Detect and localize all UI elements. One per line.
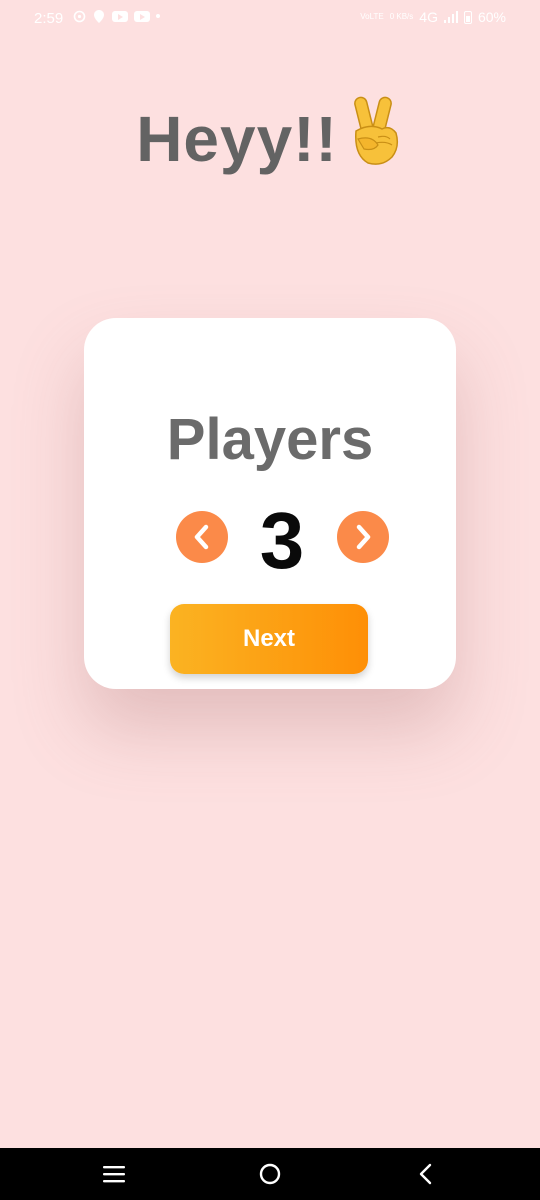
- recent-apps-icon: [103, 1166, 125, 1183]
- system-nav-bar: [0, 1148, 540, 1200]
- player-count: 3: [259, 496, 305, 585]
- location-icon: [92, 10, 106, 23]
- system-status: VoLTE 0 KB/s 4G 60%: [360, 9, 506, 25]
- players-title: Players: [166, 407, 374, 472]
- next-button[interactable]: Next: [170, 604, 368, 674]
- settings-icon: [72, 10, 86, 23]
- victory-hand-icon: [346, 95, 404, 182]
- decrease-players-button[interactable]: [176, 511, 228, 563]
- increase-players-button[interactable]: [337, 511, 389, 563]
- youtube-icon: [112, 10, 128, 22]
- data-speed: 0 KB/s: [389, 12, 414, 21]
- chevron-right-icon: [356, 524, 371, 550]
- back-icon: [419, 1163, 432, 1185]
- battery-percent: 60%: [477, 9, 506, 25]
- home-icon: [259, 1163, 281, 1185]
- chevron-left-icon: [194, 524, 209, 550]
- greeting-heading: Heyy!!: [0, 95, 540, 182]
- dot-icon: [156, 14, 160, 18]
- youtube-icon: [134, 10, 150, 22]
- recent-apps-button[interactable]: [100, 1161, 128, 1187]
- signal-icon: [443, 11, 458, 23]
- players-card: Players 3 Next: [84, 318, 456, 689]
- status-bar: 2:59 VoLTE 0 KB/s 4G 60%: [0, 0, 540, 38]
- network-type: 4G: [419, 9, 438, 25]
- home-button[interactable]: [256, 1161, 284, 1187]
- notification-icons: [72, 10, 160, 23]
- status-time: 2:59: [34, 10, 64, 27]
- greeting-text: Heyy!!: [136, 103, 338, 175]
- volte-indicator: VoLTE: [360, 12, 384, 21]
- back-button[interactable]: [412, 1161, 440, 1187]
- battery-icon: [463, 10, 472, 24]
